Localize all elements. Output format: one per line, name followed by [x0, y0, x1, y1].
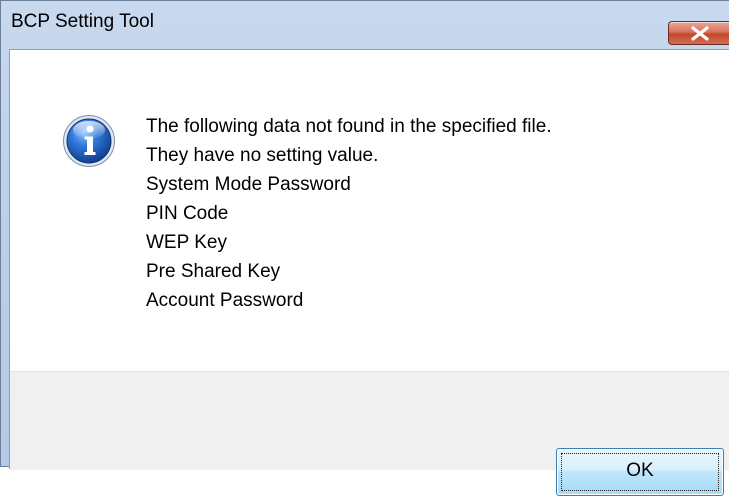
message-line: Account Password: [146, 290, 304, 311]
dialog-window: BCP Setting Tool The following data not …: [0, 0, 729, 496]
ok-button-label: OK: [626, 460, 654, 481]
title-bar[interactable]: BCP Setting Tool: [1, 1, 729, 45]
message-line: The following data not found in the spec…: [146, 116, 552, 137]
close-icon: [691, 26, 709, 41]
message-line: WEP Key: [146, 232, 227, 253]
window-title: BCP Setting Tool: [11, 11, 154, 32]
button-bar: OK: [10, 371, 729, 496]
message-line: System Mode Password: [146, 174, 351, 195]
info-icon: [63, 115, 115, 167]
dialog-content: The following data not found in the spec…: [9, 49, 729, 496]
message-line: They have no setting value.: [146, 145, 379, 166]
message-text: The following data not found in the spec…: [146, 112, 552, 315]
message-line: PIN Code: [146, 203, 229, 224]
message-line: Pre Shared Key: [146, 261, 281, 282]
ok-button[interactable]: OK: [556, 448, 724, 496]
close-button[interactable]: [668, 21, 729, 45]
